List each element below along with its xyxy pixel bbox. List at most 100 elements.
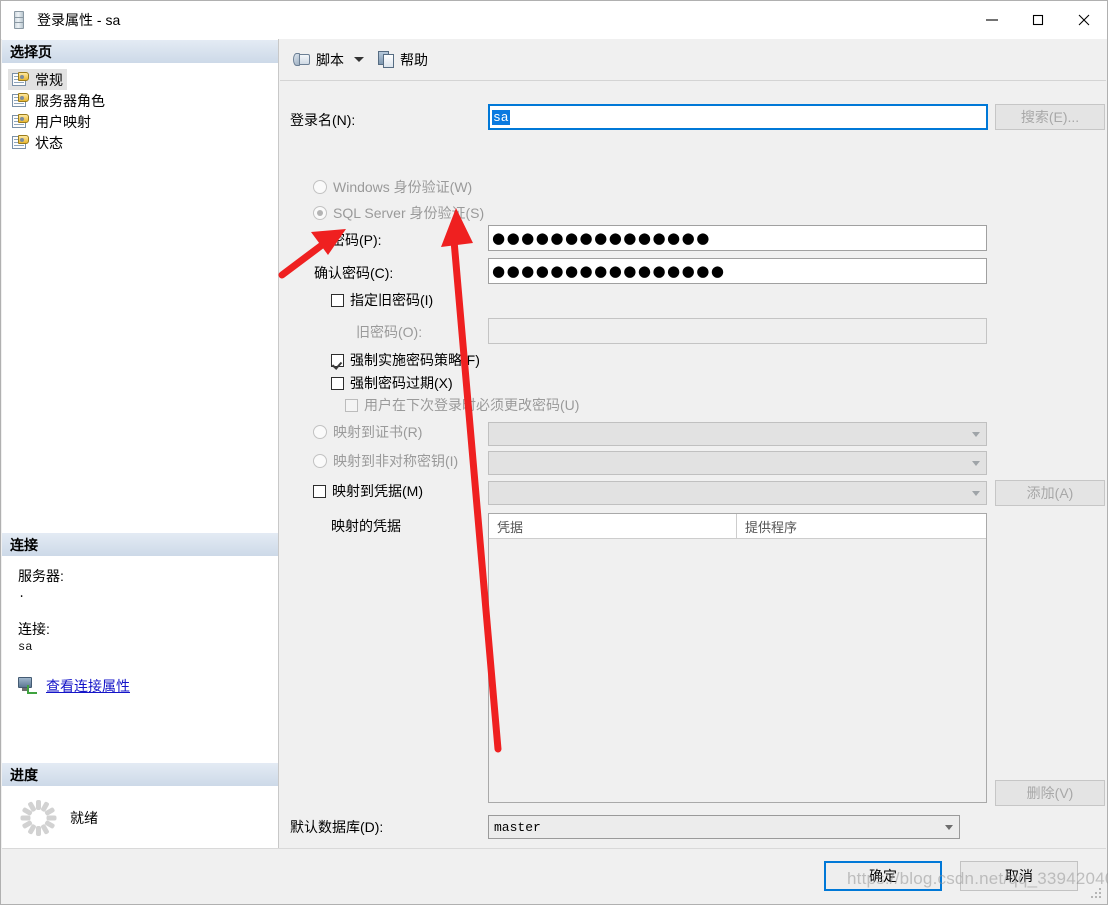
- connection-header: 连接: [2, 532, 278, 556]
- default-db-row: 默认数据库(D):: [290, 817, 383, 837]
- sql-auth-row[interactable]: SQL Server 身份验证(S): [313, 203, 484, 223]
- main-panel: 脚本 帮助 登录名(N): sa 搜索(E)... Windows 身份验证(W…: [280, 39, 1106, 903]
- grip-dot: [1099, 888, 1101, 890]
- column-header-provider[interactable]: 提供程序: [737, 514, 986, 538]
- sidebar: 选择页 常规 服务器角色 用户映射 状态 连接 服务器: . 连接: sa 查看…: [2, 39, 279, 903]
- map-credential-row[interactable]: 映射到凭据(M): [313, 481, 423, 501]
- sidebar-item-server-roles[interactable]: 服务器角色: [8, 90, 109, 111]
- server-connection-icon: [18, 677, 38, 695]
- map-asym-key-radio[interactable]: [313, 454, 327, 468]
- search-button[interactable]: 搜索(E)...: [995, 104, 1105, 130]
- must-change-password-label: 用户在下次登录时必须更改密码(U): [364, 397, 580, 413]
- old-password-input[interactable]: [488, 318, 987, 344]
- map-certificate-radio[interactable]: [313, 425, 327, 439]
- map-asym-key-row[interactable]: 映射到非对称密钥(I): [313, 451, 458, 471]
- window-title: 登录属性 - sa: [37, 12, 121, 28]
- sidebar-item-general[interactable]: 常规: [8, 69, 67, 90]
- password-row: 密码(P):: [331, 230, 382, 250]
- page-icon: [12, 113, 30, 130]
- enforce-policy-row[interactable]: 强制实施密码策略(F): [331, 350, 480, 370]
- map-credential-combo[interactable]: [488, 481, 987, 505]
- map-asym-key-label: 映射到非对称密钥(I): [333, 453, 459, 469]
- login-properties-dialog: 登录属性 - sa 选择页 常规 服务器角色 用户映射 状态 连接 服务器: .…: [0, 0, 1108, 905]
- sidebar-item-label: 用户映射: [35, 113, 91, 130]
- enforce-expiration-checkbox[interactable]: [331, 376, 344, 390]
- specify-old-password-row[interactable]: 指定旧密码(I): [331, 290, 433, 310]
- script-icon: [293, 52, 312, 68]
- grip-dot: [1099, 892, 1101, 894]
- add-credential-button[interactable]: 添加(A): [995, 480, 1105, 506]
- map-certificate-combo[interactable]: [488, 422, 987, 446]
- minimize-icon[interactable]: [969, 1, 1015, 39]
- select-page-header: 选择页: [2, 39, 278, 63]
- credentials-grid[interactable]: 凭据 提供程序: [488, 513, 987, 803]
- map-asym-key-combo[interactable]: [488, 451, 987, 475]
- page-list: 常规 服务器角色 用户映射 状态: [2, 63, 278, 153]
- map-certificate-label: 映射到证书(R): [333, 424, 423, 440]
- specify-old-password-checkbox[interactable]: [331, 293, 344, 307]
- confirm-password-label: 确认密码(C):: [314, 265, 394, 281]
- script-label: 脚本: [316, 51, 344, 68]
- confirm-password-input[interactable]: ●●●●●●●●●●●●●●●●: [488, 258, 987, 284]
- login-name-row: 登录名(N):: [290, 110, 355, 130]
- page-icon: [12, 134, 30, 151]
- close-icon[interactable]: [1061, 1, 1107, 39]
- enforce-expiration-label: 强制密码过期(X): [350, 375, 453, 391]
- spinner-segment: [20, 815, 30, 821]
- connection-value: sa: [18, 640, 33, 654]
- windows-auth-radio[interactable]: [313, 180, 327, 194]
- sidebar-item-status[interactable]: 状态: [8, 132, 67, 153]
- progress-status: 就绪: [70, 810, 98, 826]
- help-button[interactable]: 帮助: [374, 46, 432, 74]
- cancel-button[interactable]: 取消: [960, 861, 1078, 891]
- must-change-password-row[interactable]: 用户在下次登录时必须更改密码(U): [345, 395, 579, 415]
- ok-button[interactable]: 确定: [824, 861, 942, 891]
- server-label: 服务器:: [18, 568, 64, 584]
- password-input[interactable]: ●●●●●●●●●●●●●●●: [488, 225, 987, 251]
- default-db-value: master: [494, 819, 541, 835]
- windows-auth-row[interactable]: Windows 身份验证(W): [313, 177, 472, 197]
- enforce-expiration-row[interactable]: 强制密码过期(X): [331, 373, 453, 393]
- server-document-icon: [11, 11, 27, 29]
- window-controls: [969, 1, 1107, 39]
- maximize-icon[interactable]: [1015, 1, 1061, 39]
- login-name-input[interactable]: sa: [488, 104, 988, 130]
- confirm-password-row: 确认密码(C):: [314, 263, 393, 283]
- page-icon: [12, 71, 30, 88]
- chevron-down-icon: [972, 460, 980, 466]
- help-label: 帮助: [400, 51, 428, 68]
- must-change-password-checkbox[interactable]: [345, 398, 358, 412]
- column-header-credential[interactable]: 凭据: [489, 514, 737, 538]
- grip-dot: [1095, 892, 1097, 894]
- chevron-down-icon[interactable]: [354, 57, 364, 62]
- sql-auth-radio[interactable]: [313, 206, 327, 220]
- chevron-down-icon: [945, 824, 953, 830]
- resize-grip[interactable]: [1090, 888, 1102, 900]
- map-credential-checkbox[interactable]: [313, 484, 326, 498]
- footer: 确定 取消: [2, 848, 1106, 903]
- mapped-credentials-row: 映射的凭据: [331, 516, 401, 536]
- remove-credential-button[interactable]: 删除(V): [995, 780, 1105, 806]
- default-db-label: 默认数据库(D):: [290, 819, 384, 835]
- server-value: .: [18, 587, 26, 601]
- grip-dot: [1095, 896, 1097, 898]
- login-name-label: 登录名(N):: [290, 112, 356, 128]
- default-db-combo[interactable]: master: [488, 815, 960, 839]
- spinner-icon: [20, 800, 56, 836]
- view-connection-properties-link[interactable]: 查看连接属性: [46, 676, 130, 696]
- windows-auth-label: Windows 身份验证(W): [333, 179, 473, 195]
- grip-dot: [1091, 896, 1093, 898]
- enforce-policy-label: 强制实施密码策略(F): [350, 352, 480, 368]
- script-button[interactable]: 脚本: [290, 46, 348, 74]
- sidebar-item-user-mapping[interactable]: 用户映射: [8, 111, 95, 132]
- progress-header: 进度: [2, 762, 278, 786]
- enforce-policy-checkbox[interactable]: [331, 353, 344, 367]
- map-certificate-row[interactable]: 映射到证书(R): [313, 422, 422, 442]
- sidebar-item-label: 服务器角色: [35, 92, 105, 109]
- map-credential-label: 映射到凭据(M): [332, 483, 423, 499]
- old-password-label: 旧密码(O):: [356, 324, 423, 340]
- old-password-row: 旧密码(O):: [356, 322, 422, 342]
- password-label: 密码(P):: [331, 232, 382, 248]
- confirm-password-value: ●●●●●●●●●●●●●●●●: [492, 263, 726, 279]
- specify-old-password-label: 指定旧密码(I): [350, 292, 434, 308]
